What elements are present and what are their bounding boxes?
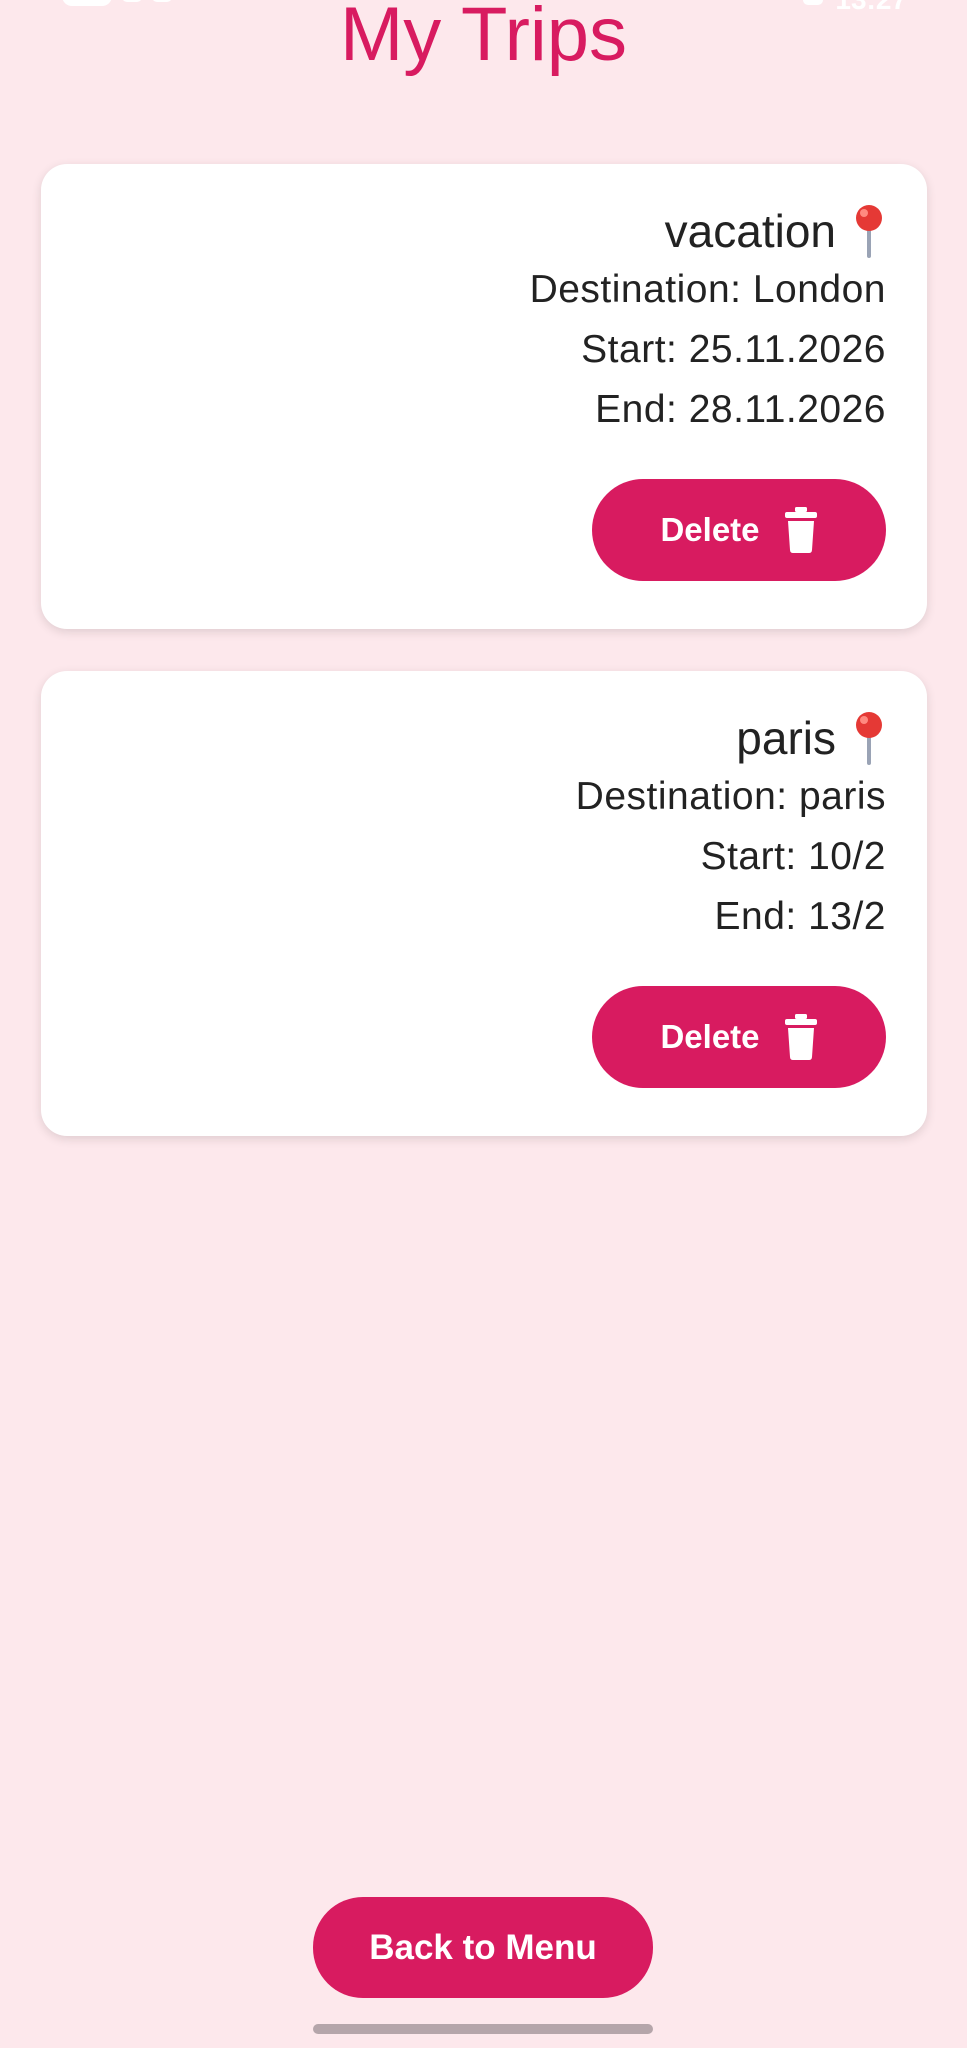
trip-end-date: End: 28.11.2026	[595, 388, 886, 431]
page-title: My Trips	[339, 0, 628, 77]
trash-icon	[784, 1014, 817, 1060]
trip-end-date: End: 13/2	[714, 895, 886, 938]
back-button-label: Back to Menu	[369, 1927, 597, 1967]
trip-start-date: Start: 10/2	[700, 835, 886, 878]
trip-name: vacation	[664, 205, 836, 257]
trip-name-row: paris	[576, 709, 886, 767]
home-indicator[interactable]	[313, 2024, 653, 2034]
trip-card: paris Destination: paris Start: 10/2 End…	[41, 671, 927, 1136]
trip-start-date: Start: 25.11.2026	[581, 328, 886, 371]
delete-button-label: Delete	[660, 1018, 760, 1055]
pushpin-icon	[856, 205, 882, 258]
delete-button-label: Delete	[660, 511, 760, 548]
trip-name-row: vacation	[530, 202, 886, 260]
trip-destination: Destination: paris	[575, 775, 886, 818]
pushpin-icon	[856, 712, 882, 765]
back-to-menu-button[interactable]: Back to Menu	[313, 1897, 653, 1998]
delete-trip-button[interactable]: Delete	[592, 986, 886, 1088]
trip-details: paris Destination: paris Start: 10/2 End…	[576, 709, 886, 947]
trash-icon	[784, 507, 817, 553]
trip-name: paris	[736, 712, 836, 764]
delete-trip-button[interactable]: Delete	[592, 479, 886, 581]
trip-details: vacation Destination: London Start: 25.1…	[530, 202, 886, 440]
trip-card: vacation Destination: London Start: 25.1…	[41, 164, 927, 629]
trip-destination: Destination: London	[529, 268, 886, 311]
